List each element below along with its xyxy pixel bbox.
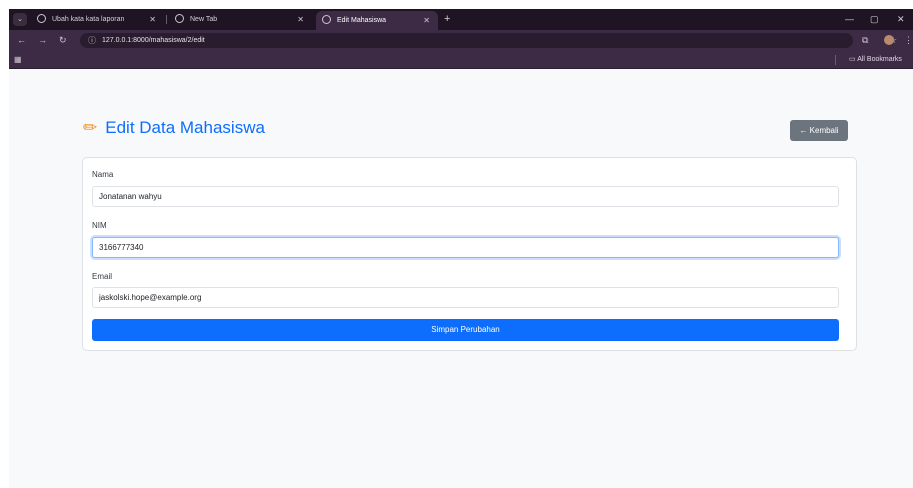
reload-icon[interactable]: ↻ bbox=[59, 30, 67, 50]
tab-title: New Tab bbox=[190, 16, 218, 23]
address-bar[interactable]: ⓘ 127.0.0.1:8000/mahasiswa/2/edit ☆ bbox=[80, 33, 897, 48]
page-content: ✏ Edit Data Mahasiswa ← Kembali Nama NIM … bbox=[9, 69, 913, 488]
tab-title: Edit Mahasiswa bbox=[337, 17, 387, 24]
nim-label: NIM bbox=[92, 221, 107, 230]
nama-input[interactable] bbox=[92, 186, 839, 207]
bookmarks-bar: ▦ ▭ All Bookmarks bbox=[9, 50, 913, 69]
tab-search-icon[interactable]: ⌄ bbox=[13, 13, 27, 26]
back-arrow-icon[interactable]: ← bbox=[17, 30, 26, 50]
forward-arrow-icon[interactable]: → bbox=[38, 30, 47, 50]
window-close-icon[interactable]: ✕ bbox=[897, 9, 905, 30]
browser-window: ⌄ Ubah kata kata laporan ✕ New Tab ✕ Edi… bbox=[9, 9, 913, 488]
save-changes-button[interactable]: Simpan Perubahan bbox=[92, 319, 839, 341]
new-tab-plus-icon[interactable]: + bbox=[444, 9, 450, 30]
pencil-icon: ✏ bbox=[83, 118, 98, 137]
globe-icon bbox=[37, 13, 46, 23]
email-label: Email bbox=[92, 272, 113, 281]
more-menu-icon[interactable]: ⋮ bbox=[904, 30, 913, 50]
minimize-icon[interactable]: — bbox=[845, 9, 854, 30]
edit-form-card: Nama NIM Email Simpan Perubahan bbox=[82, 157, 857, 351]
folder-icon: ▭ bbox=[849, 56, 856, 63]
profile-avatar[interactable] bbox=[884, 35, 894, 45]
tab-edit-mahasiswa[interactable]: Edit Mahasiswa ✕ bbox=[316, 11, 438, 30]
page-title: ✏ Edit Data Mahasiswa bbox=[83, 118, 265, 138]
apps-grid-icon[interactable]: ▦ bbox=[14, 50, 22, 69]
chrome-icon bbox=[175, 13, 184, 23]
browser-toolbar: ← → ↻ ⓘ 127.0.0.1:8000/mahasiswa/2/edit … bbox=[9, 30, 913, 50]
all-bookmarks-label: All Bookmarks bbox=[857, 56, 902, 63]
close-icon[interactable]: ✕ bbox=[149, 9, 156, 30]
globe-icon bbox=[322, 14, 331, 24]
close-icon[interactable]: ✕ bbox=[423, 11, 430, 30]
page-title-text: Edit Data Mahasiswa bbox=[105, 118, 265, 137]
tab-strip: ⌄ Ubah kata kata laporan ✕ New Tab ✕ Edi… bbox=[9, 9, 913, 30]
close-icon[interactable]: ✕ bbox=[297, 9, 304, 30]
email-input[interactable] bbox=[92, 287, 839, 308]
tab-ubah-kata[interactable]: Ubah kata kata laporan ✕ bbox=[31, 9, 164, 30]
nama-label: Nama bbox=[92, 170, 114, 179]
restore-icon[interactable]: ▢ bbox=[870, 9, 879, 30]
nim-input[interactable] bbox=[92, 237, 839, 258]
url-text: 127.0.0.1:8000/mahasiswa/2/edit bbox=[102, 37, 205, 44]
tab-title: Ubah kata kata laporan bbox=[52, 16, 125, 23]
tab-new-tab[interactable]: New Tab ✕ bbox=[169, 9, 312, 30]
all-bookmarks-button[interactable]: ▭ All Bookmarks bbox=[849, 50, 902, 69]
site-info-icon[interactable]: ⓘ bbox=[88, 33, 96, 48]
extensions-icon[interactable]: ⧉ bbox=[862, 30, 868, 50]
back-button[interactable]: ← Kembali bbox=[790, 120, 848, 141]
